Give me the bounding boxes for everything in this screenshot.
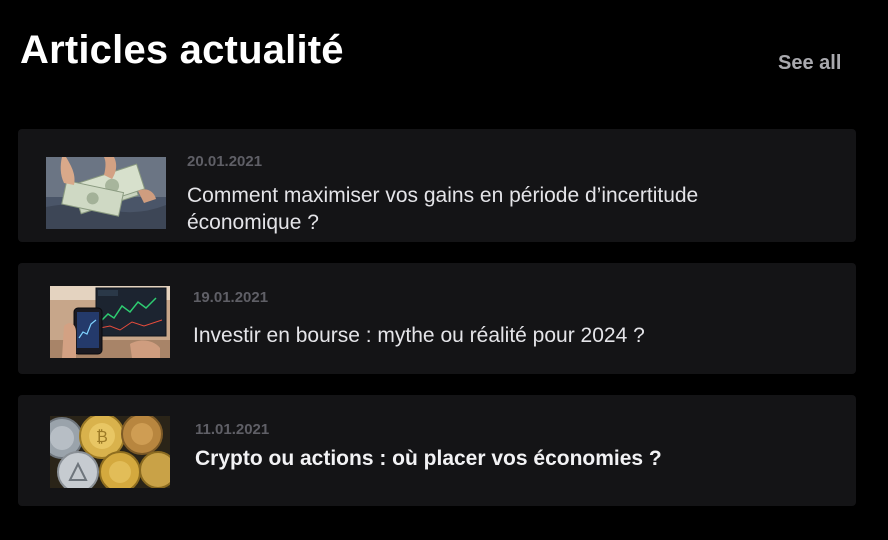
money-cash-icon [46,157,166,229]
article-card[interactable]: ₿ 11.01.2021 Crypto ou actions : où plac… [18,395,856,506]
articles-page: Articles actualité See all 20.01.2021 Co… [0,0,888,540]
article-title[interactable]: Comment maximiser vos gains en période d… [187,182,807,236]
article-date: 20.01.2021 [187,153,263,170]
article-date: 19.01.2021 [193,289,269,306]
article-card[interactable]: 20.01.2021 Comment maximiser vos gains e… [18,129,856,242]
see-all-link[interactable]: See all [778,50,841,76]
section-title: Articles actualité [20,28,344,72]
svg-text:₿: ₿ [96,427,108,446]
crypto-coins-icon: ₿ [50,416,170,488]
article-date: 11.01.2021 [195,421,270,438]
article-card[interactable]: 19.01.2021 Investir en bourse : mythe ou… [18,263,856,374]
stock-trading-phone-icon [50,286,170,358]
article-title[interactable]: Crypto ou actions : où placer vos économ… [195,445,815,472]
article-title[interactable]: Investir en bourse : mythe ou réalité po… [193,322,813,349]
